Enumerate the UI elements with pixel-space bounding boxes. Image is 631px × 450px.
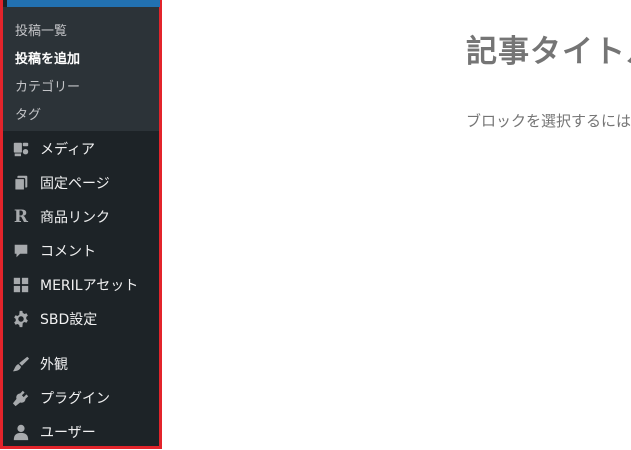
menu-item-label: SBD設定 — [40, 312, 98, 328]
pages-icon — [11, 173, 31, 193]
menu-item-pages[interactable]: 固定ページ — [3, 166, 159, 200]
block-appender-placeholder[interactable]: ブロックを選択するには — [466, 110, 631, 131]
gear-icon — [11, 309, 31, 329]
menu-item-product-links[interactable]: R 商品リンク — [3, 200, 159, 234]
submenu-item-tags[interactable]: タグ — [15, 104, 41, 123]
admin-sidebar: 投稿一覧 投稿を追加 カテゴリー タグ メディア 固定ページ R 商品リンク コ… — [0, 0, 162, 449]
menu-item-label: プラグイン — [40, 391, 110, 407]
menu-item-plugins[interactable]: プラグイン — [3, 381, 159, 415]
menu-item-label: コメント — [40, 244, 96, 260]
wp-admin-window: 記事タイトル ブロックを選択するには 投稿一覧 投稿を追加 カテゴリー タグ メ… — [0, 0, 631, 450]
menu-item-label: 商品リンク — [40, 210, 110, 226]
submenu-item-all-posts[interactable]: 投稿一覧 — [15, 20, 67, 39]
r-logo-icon: R — [13, 206, 29, 227]
submenu-item-categories[interactable]: カテゴリー — [15, 76, 80, 95]
menu-item-label: 固定ページ — [40, 176, 110, 192]
user-icon — [11, 422, 31, 442]
menu-item-label: MERILアセット — [40, 278, 139, 294]
media-icon — [11, 139, 31, 159]
menu-item-label: ユーザー — [40, 425, 96, 441]
posts-menu-active-indicator — [7, 0, 160, 7]
plugin-icon — [11, 388, 31, 408]
posts-submenu: 投稿一覧 投稿を追加 カテゴリー タグ — [3, 7, 159, 131]
block-editor-canvas[interactable]: 記事タイトル ブロックを選択するには — [159, 0, 631, 450]
comment-icon — [11, 241, 31, 261]
menu-item-sbd-settings[interactable]: SBD設定 — [3, 302, 159, 336]
brush-icon — [11, 354, 31, 374]
submenu-item-add-new-post[interactable]: 投稿を追加 — [15, 48, 80, 67]
menu-item-appearance[interactable]: 外観 — [3, 347, 159, 381]
menu-item-media[interactable]: メディア — [3, 132, 159, 166]
menu-item-users[interactable]: ユーザー — [3, 415, 159, 449]
post-title-input[interactable]: 記事タイトル — [466, 26, 631, 71]
grid-icon — [11, 275, 31, 295]
menu-item-label: メディア — [40, 142, 96, 158]
menu-item-comments[interactable]: コメント — [3, 234, 159, 268]
menu-item-label: 外観 — [40, 357, 68, 373]
menu-item-meril-assets[interactable]: MERILアセット — [3, 268, 159, 302]
